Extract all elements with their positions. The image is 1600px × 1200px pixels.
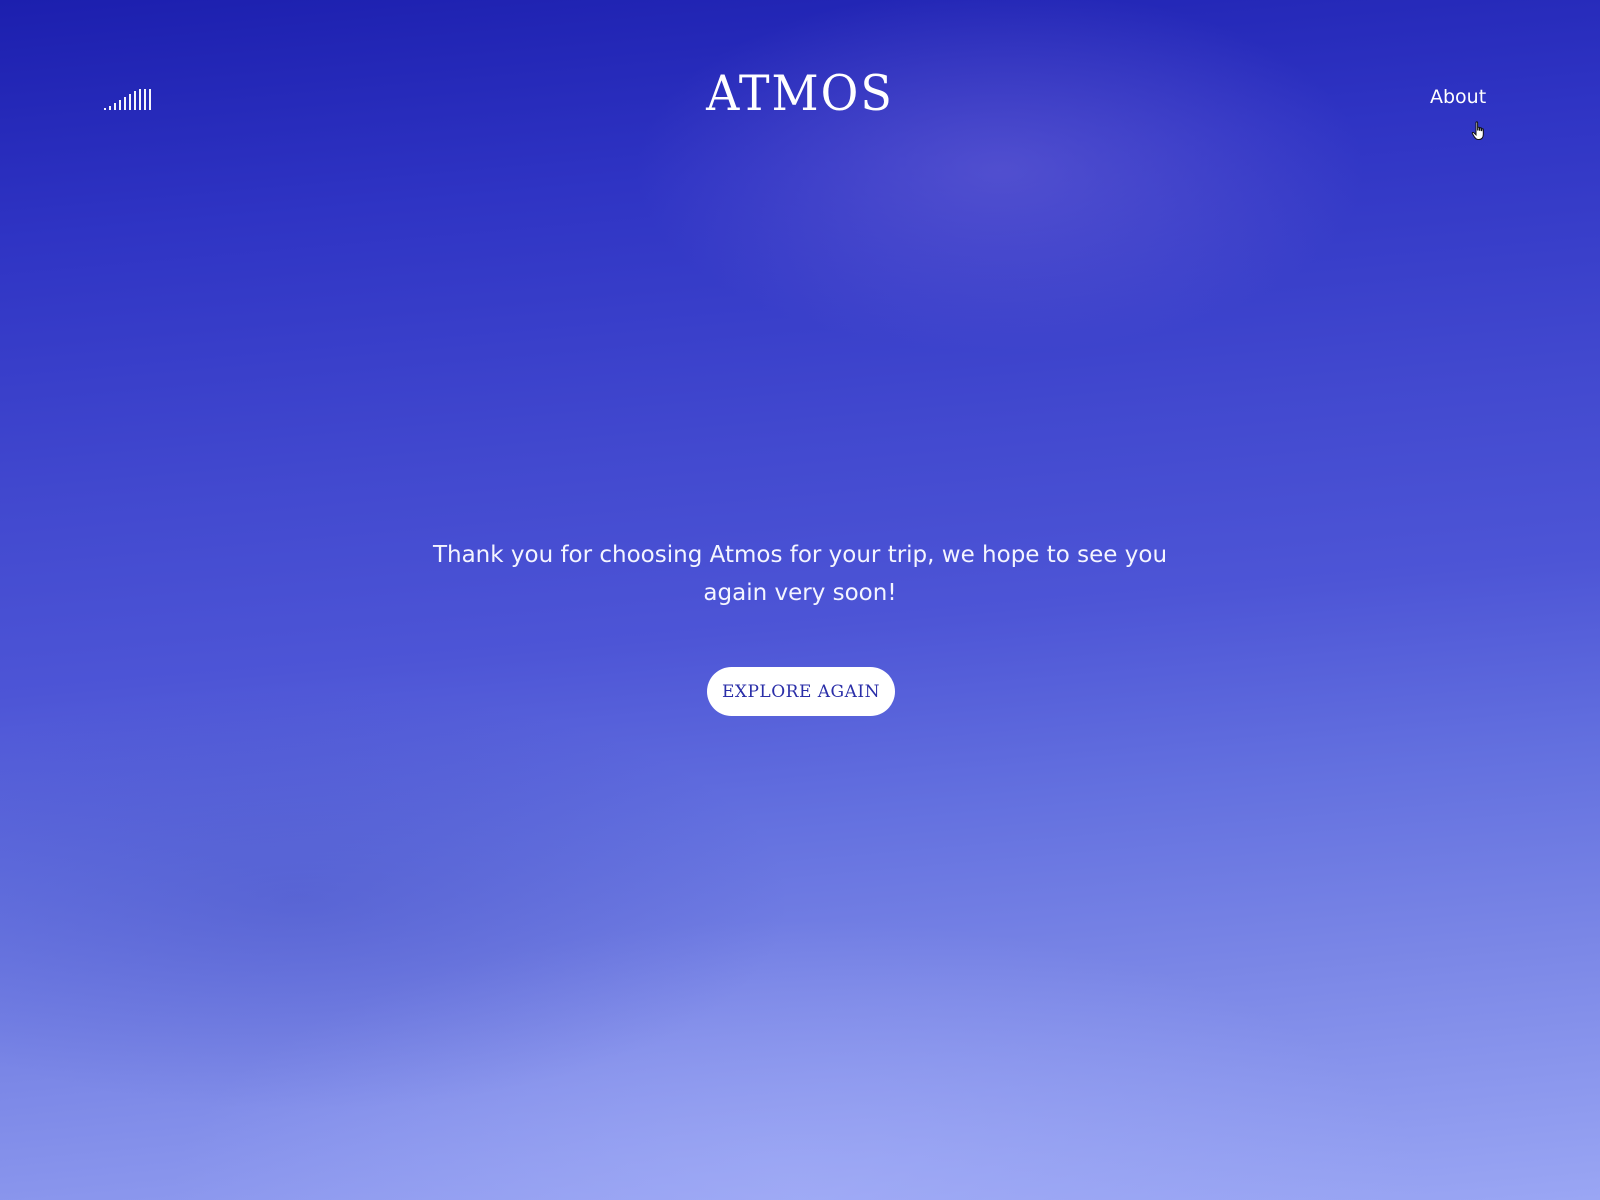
about-link[interactable]: About [1430,86,1510,108]
sound-bar [119,100,121,110]
hand-cursor-icon [1471,121,1484,140]
sound-bars-icon[interactable] [104,86,160,110]
thank-you-message: Thank you for choosing Atmos for your tr… [432,542,1168,606]
sound-bar [114,103,116,110]
sound-bar [124,97,126,110]
sound-bar [134,91,136,110]
sound-bar [144,89,146,110]
sound-bar [129,94,131,110]
site-header: ATMOS About [0,0,1600,200]
sound-bar [139,89,141,110]
site-logo[interactable]: ATMOS [600,65,1000,122]
explore-again-button[interactable]: EXPLORE AGAIN [707,667,895,716]
sound-bar [104,108,106,110]
sound-bar [149,89,151,110]
sound-bar [109,106,111,110]
